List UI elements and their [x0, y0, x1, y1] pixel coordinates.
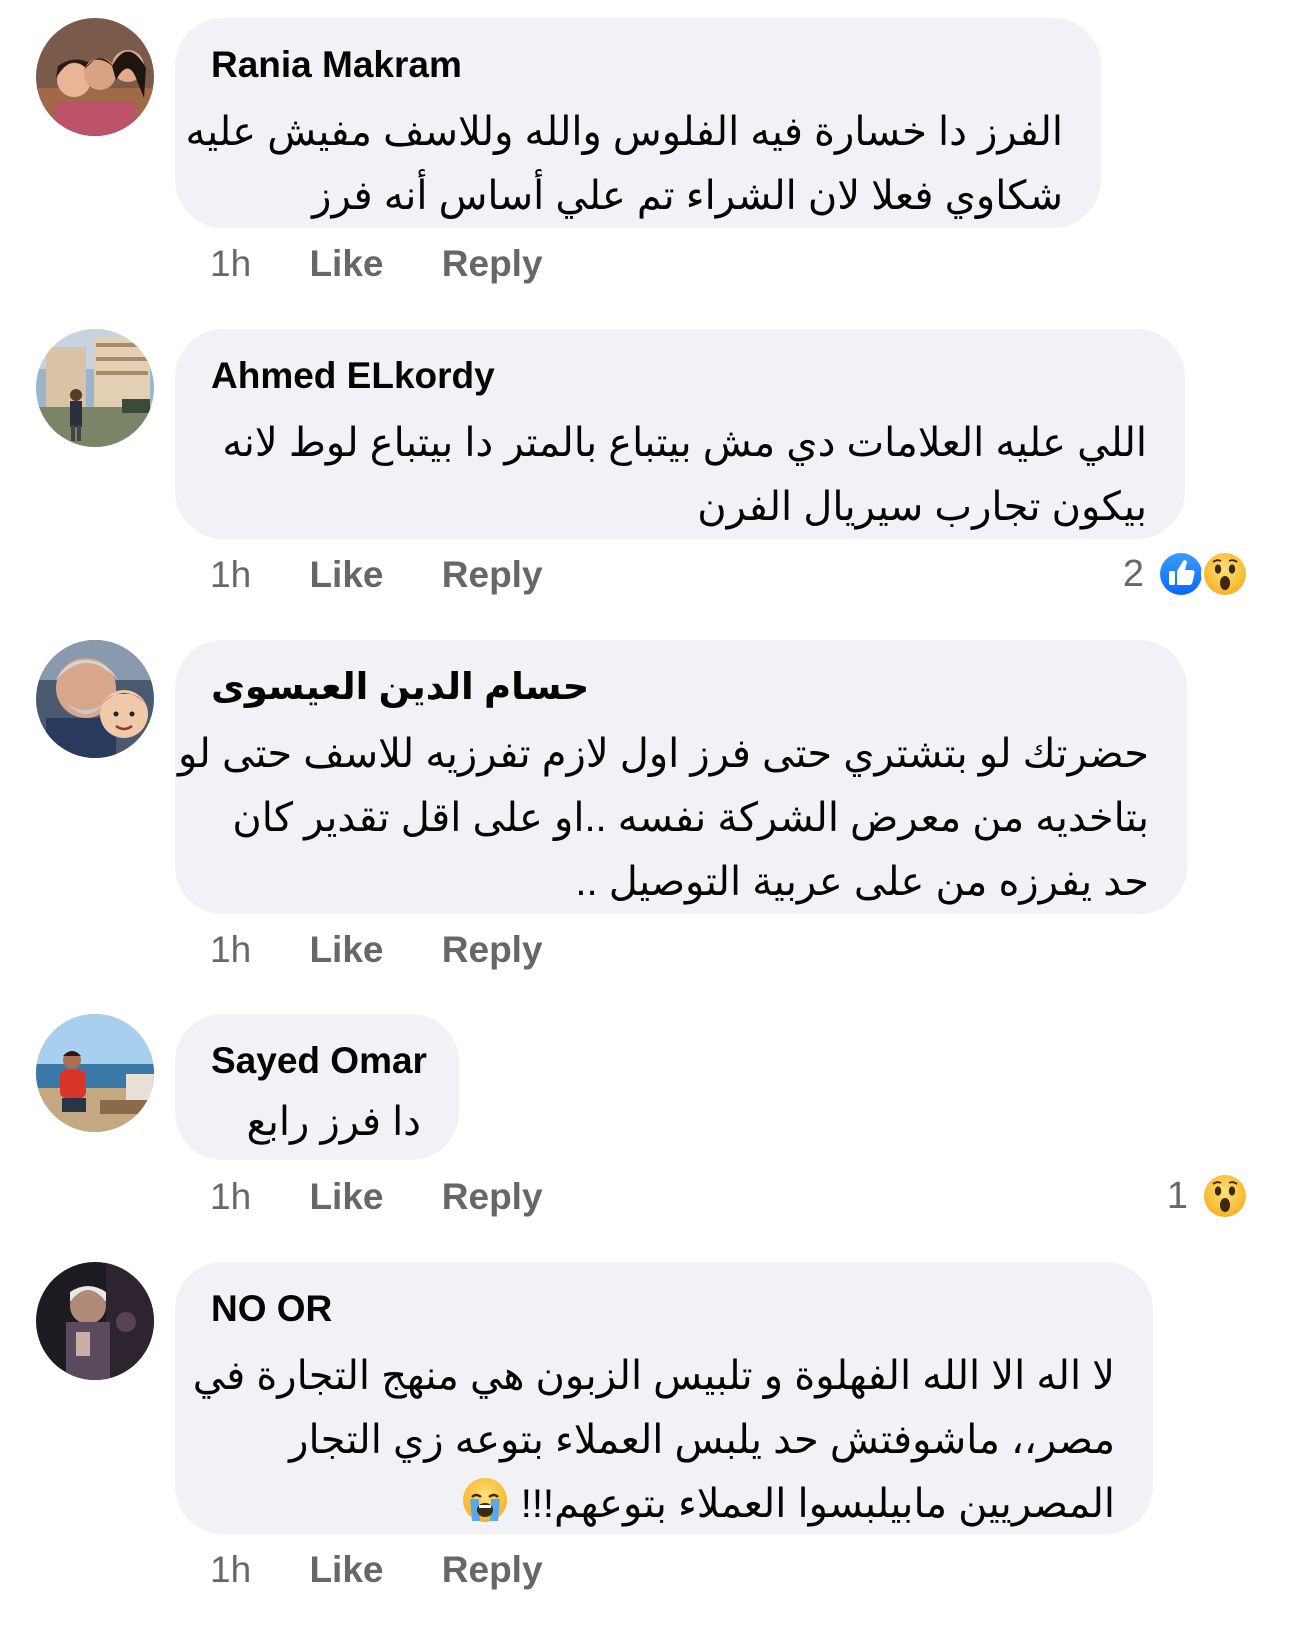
crying-face-emoji — [462, 1478, 507, 1522]
comment-author[interactable]: حسام الدين العيسوى — [211, 664, 1149, 710]
comment-text: دا فرز رابع — [211, 1096, 421, 1148]
like-button[interactable]: Like — [309, 1176, 383, 1217]
comment-text-line: الفرز دا خسارة فيه الفلوس والله وللاسف م… — [185, 110, 1063, 154]
comment-text: اللي عليه العلامات دي مش بيتباع بالمتر د… — [211, 411, 1147, 539]
like-button[interactable]: Like — [309, 243, 383, 284]
like-button[interactable]: Like — [309, 554, 383, 595]
like-icon — [1157, 550, 1205, 598]
comment-text-line: المصريين مابيلبسوا العملاء بتوعهم!!! — [520, 1482, 1115, 1526]
comment-text-line: مصر،، ماشوفتش حد يلبس العملاء بتوعه زي ا… — [289, 1418, 1115, 1462]
comment-timestamp[interactable]: 1h — [210, 929, 251, 970]
comment-timestamp[interactable]: 1h — [210, 1176, 251, 1217]
avatar[interactable] — [36, 640, 154, 758]
comment-text: لا اله الا الله الفهلوة و تلبيس الزبون ه… — [192, 1344, 1115, 1536]
comment-text-line: حضرتك لو بتشتري حتى فرز اول لازم تفرزيه … — [178, 732, 1149, 776]
comment-actions: 1h Like Reply — [210, 242, 543, 286]
comment-author[interactable]: Sayed Omar — [211, 1038, 427, 1084]
comment-timestamp[interactable]: 1h — [210, 243, 251, 284]
comment-text-line: شكاوي فعلا لان الشراء تم علي أساس أنه فر… — [312, 174, 1063, 218]
comment-author[interactable]: NO OR — [211, 1286, 1115, 1332]
comment-actions: 1h Like Reply — [210, 1548, 543, 1592]
avatar[interactable] — [36, 18, 154, 136]
like-button[interactable]: Like — [309, 929, 383, 970]
reaction-count: 1 — [1166, 1174, 1188, 1217]
comment-text-line-with-emoji: المصريين مابيلبسوا العملاء بتوعهم!!! — [211, 1472, 1115, 1536]
wow-emoji-icon — [1201, 550, 1249, 598]
comment-text: الفرز دا خسارة فيه الفلوس والله وللاسف م… — [185, 100, 1063, 228]
comment-author[interactable]: Ahmed ELkordy — [211, 353, 1147, 399]
avatar[interactable] — [36, 1262, 154, 1380]
reactions-summary[interactable]: 1 — [1167, 1170, 1250, 1222]
reply-button[interactable]: Reply — [442, 929, 543, 970]
wow-emoji-icon — [1201, 1172, 1249, 1220]
reply-button[interactable]: Reply — [442, 1549, 543, 1590]
comment-text-line: حد يفرزه من على عربية التوصيل .. — [575, 860, 1149, 904]
comment-actions: 1h Like Reply — [210, 928, 543, 972]
comment-timestamp[interactable]: 1h — [210, 1549, 251, 1590]
reply-button[interactable]: Reply — [442, 1176, 543, 1217]
comment-text-line: اللي عليه العلامات دي مش بيتباع بالمتر د… — [222, 421, 1147, 465]
comment-bubble: Sayed Omar دا فرز رابع — [175, 1014, 459, 1160]
avatar[interactable] — [36, 329, 154, 447]
comment-actions: 1h Like Reply — [210, 1175, 543, 1219]
comment-author[interactable]: Rania Makram — [211, 42, 1063, 88]
comment-text-line: دا فرز رابع — [246, 1100, 421, 1144]
comment-text-line: بتاخديه من معرض الشركة نفسه ..او على اقل… — [232, 796, 1149, 840]
comment-bubble: NO OR لا اله الا الله الفهلوة و تلبيس ال… — [175, 1262, 1153, 1534]
comment-text: حضرتك لو بتشتري حتى فرز اول لازم تفرزيه … — [178, 722, 1149, 914]
reply-button[interactable]: Reply — [442, 243, 543, 284]
comment-text-line: لا اله الا الله الفهلوة و تلبيس الزبون ه… — [192, 1354, 1115, 1398]
comment-text-line: بيكون تجارب سيريال الفرن — [697, 485, 1147, 529]
like-button[interactable]: Like — [309, 1549, 383, 1590]
comment-bubble: حسام الدين العيسوى حضرتك لو بتشتري حتى ف… — [175, 640, 1187, 914]
comment-actions: 1h Like Reply — [210, 553, 543, 597]
reaction-count: 2 — [1122, 552, 1144, 595]
comment-bubble: Ahmed ELkordy اللي عليه العلامات دي مش ب… — [175, 329, 1185, 539]
reply-button[interactable]: Reply — [442, 554, 543, 595]
reactions-summary[interactable]: 2 — [1123, 548, 1250, 600]
comment-timestamp[interactable]: 1h — [210, 554, 251, 595]
avatar[interactable] — [36, 1014, 154, 1132]
comment-bubble: Rania Makram الفرز دا خسارة فيه الفلوس و… — [175, 18, 1101, 228]
